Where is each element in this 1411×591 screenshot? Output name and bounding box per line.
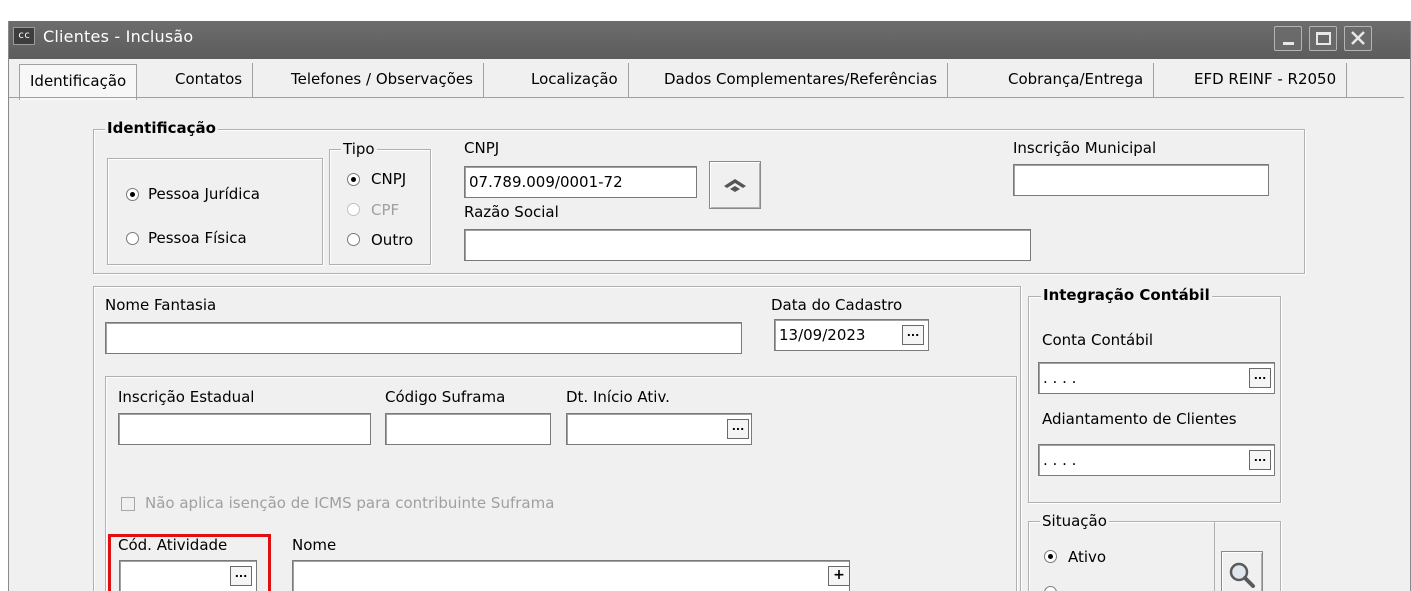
conta-contabil-picker-button[interactable]: ... [1249,368,1271,388]
conta-contabil-label: Conta Contábil [1042,331,1154,349]
search-button[interactable] [1221,551,1263,591]
tab-contatos[interactable]: Contatos [165,63,254,97]
situacao-divider [1214,521,1215,591]
tab-label: Dados Complementares/Referências [664,70,938,88]
pessoa-juridica-label: Pessoa Jurídica [148,185,260,203]
tipo-cpf-label: CPF [371,201,400,219]
adiantamento-value: . . . . [1043,451,1077,469]
inscricao-municipal-input[interactable] [1013,164,1269,196]
tab-cobranca-entrega[interactable]: Cobrança/Entrega [998,63,1155,97]
cnpj-label: CNPJ [464,139,500,157]
situacao-legend: Situação [1040,512,1109,530]
lookup-icon [724,179,746,192]
tab-label: Identificação [30,72,127,90]
conta-contabil-input[interactable]: . . . . [1038,362,1275,394]
title-bar[interactable]: cc Clientes - Inclusão [9,21,1410,59]
dt-inicio-label: Dt. Início Ativ. [566,388,670,406]
tab-efd-reinf[interactable]: EFD REINF - R2050 [1184,63,1348,97]
tipo-cnpj-label: CNPJ [371,170,407,188]
dt-inicio-picker-button[interactable]: ... [727,419,749,439]
codigo-suframa-label: Código Suframa [385,388,506,406]
adiantamento-label: Adiantamento de Clientes [1042,410,1237,428]
nome-fantasia-input[interactable] [105,322,742,354]
inscricao-estadual-input[interactable] [118,413,371,445]
situacao-ativo-radio[interactable] [1044,550,1057,563]
razao-social-label: Razão Social [464,203,559,221]
tipo-cpf-radio[interactable] [347,203,360,216]
minimize-button[interactable] [1274,26,1302,51]
inscricao-municipal-label: Inscrição Municipal [1013,139,1157,157]
tipo-outro-radio[interactable] [347,233,360,246]
codigo-suframa-input[interactable] [385,413,551,445]
tab-divider [9,97,1404,98]
dt-inicio-input[interactable] [566,413,752,445]
nome-atividade-input[interactable] [292,560,850,591]
cnpj-input[interactable]: 07.789.009/0001-72 [464,166,697,198]
cnpj-lookup-button[interactable] [709,161,761,209]
clientes-window: cc Clientes - Inclusão Identificação Con… [8,21,1411,591]
tab-strip: Identificação Contatos Telefones / Obser… [9,59,1410,100]
conta-contabil-value: . . . . [1043,369,1077,387]
identificacao-legend: Identificação [105,119,218,137]
minimize-icon [1283,42,1294,45]
cod-atividade-highlight [108,534,271,591]
tipo-outro-label: Outro [371,231,414,249]
close-button[interactable] [1344,26,1372,51]
tab-telefones-observacoes[interactable]: Telefones / Observações [281,63,484,97]
pessoa-group [107,158,323,265]
adiantamento-input[interactable]: . . . . [1038,444,1275,476]
data-cadastro-value: 13/09/2023 [779,326,866,344]
data-cadastro-label: Data do Cadastro [771,296,903,314]
tipo-cnpj-radio[interactable] [347,173,360,186]
window-title: Clientes - Inclusão [43,27,194,46]
pessoa-fisica-label: Pessoa Física [148,229,247,247]
tab-label: Localização [531,70,618,88]
nome-fantasia-label: Nome Fantasia [105,296,217,314]
tab-label: Cobrança/Entrega [1008,70,1144,88]
pessoa-fisica-radio[interactable] [126,232,139,245]
nome-atividade-label: Nome [292,536,337,554]
app-icon: cc [13,27,35,45]
situacao-ativo-label: Ativo [1068,548,1107,566]
tab-localizacao[interactable]: Localização [521,63,629,97]
tab-dados-complementares[interactable]: Dados Complementares/Referências [654,63,949,97]
search-icon [1229,562,1255,588]
data-cadastro-picker-button[interactable]: ... [902,325,924,345]
tab-identificacao[interactable]: Identificação [19,64,138,100]
nome-atividade-add-button[interactable]: + [828,566,850,586]
suframa-isencao-label: Não aplica isenção de ICMS para contribu… [145,494,555,512]
tab-label: Contatos [175,70,243,88]
razao-social-input[interactable] [464,229,1031,261]
maximize-icon [1316,32,1331,45]
tipo-legend: Tipo [341,140,377,158]
tab-label: Telefones / Observações [291,70,473,88]
pessoa-juridica-radio[interactable] [126,188,139,201]
tab-label: EFD REINF - R2050 [1194,70,1337,88]
maximize-button[interactable] [1309,26,1337,51]
integracao-legend: Integração Contábil [1041,286,1212,304]
inscricao-estadual-label: Inscrição Estadual [118,388,255,406]
suframa-isencao-checkbox[interactable] [121,497,135,511]
close-icon [1351,31,1365,45]
adiantamento-picker-button[interactable]: ... [1249,450,1271,470]
